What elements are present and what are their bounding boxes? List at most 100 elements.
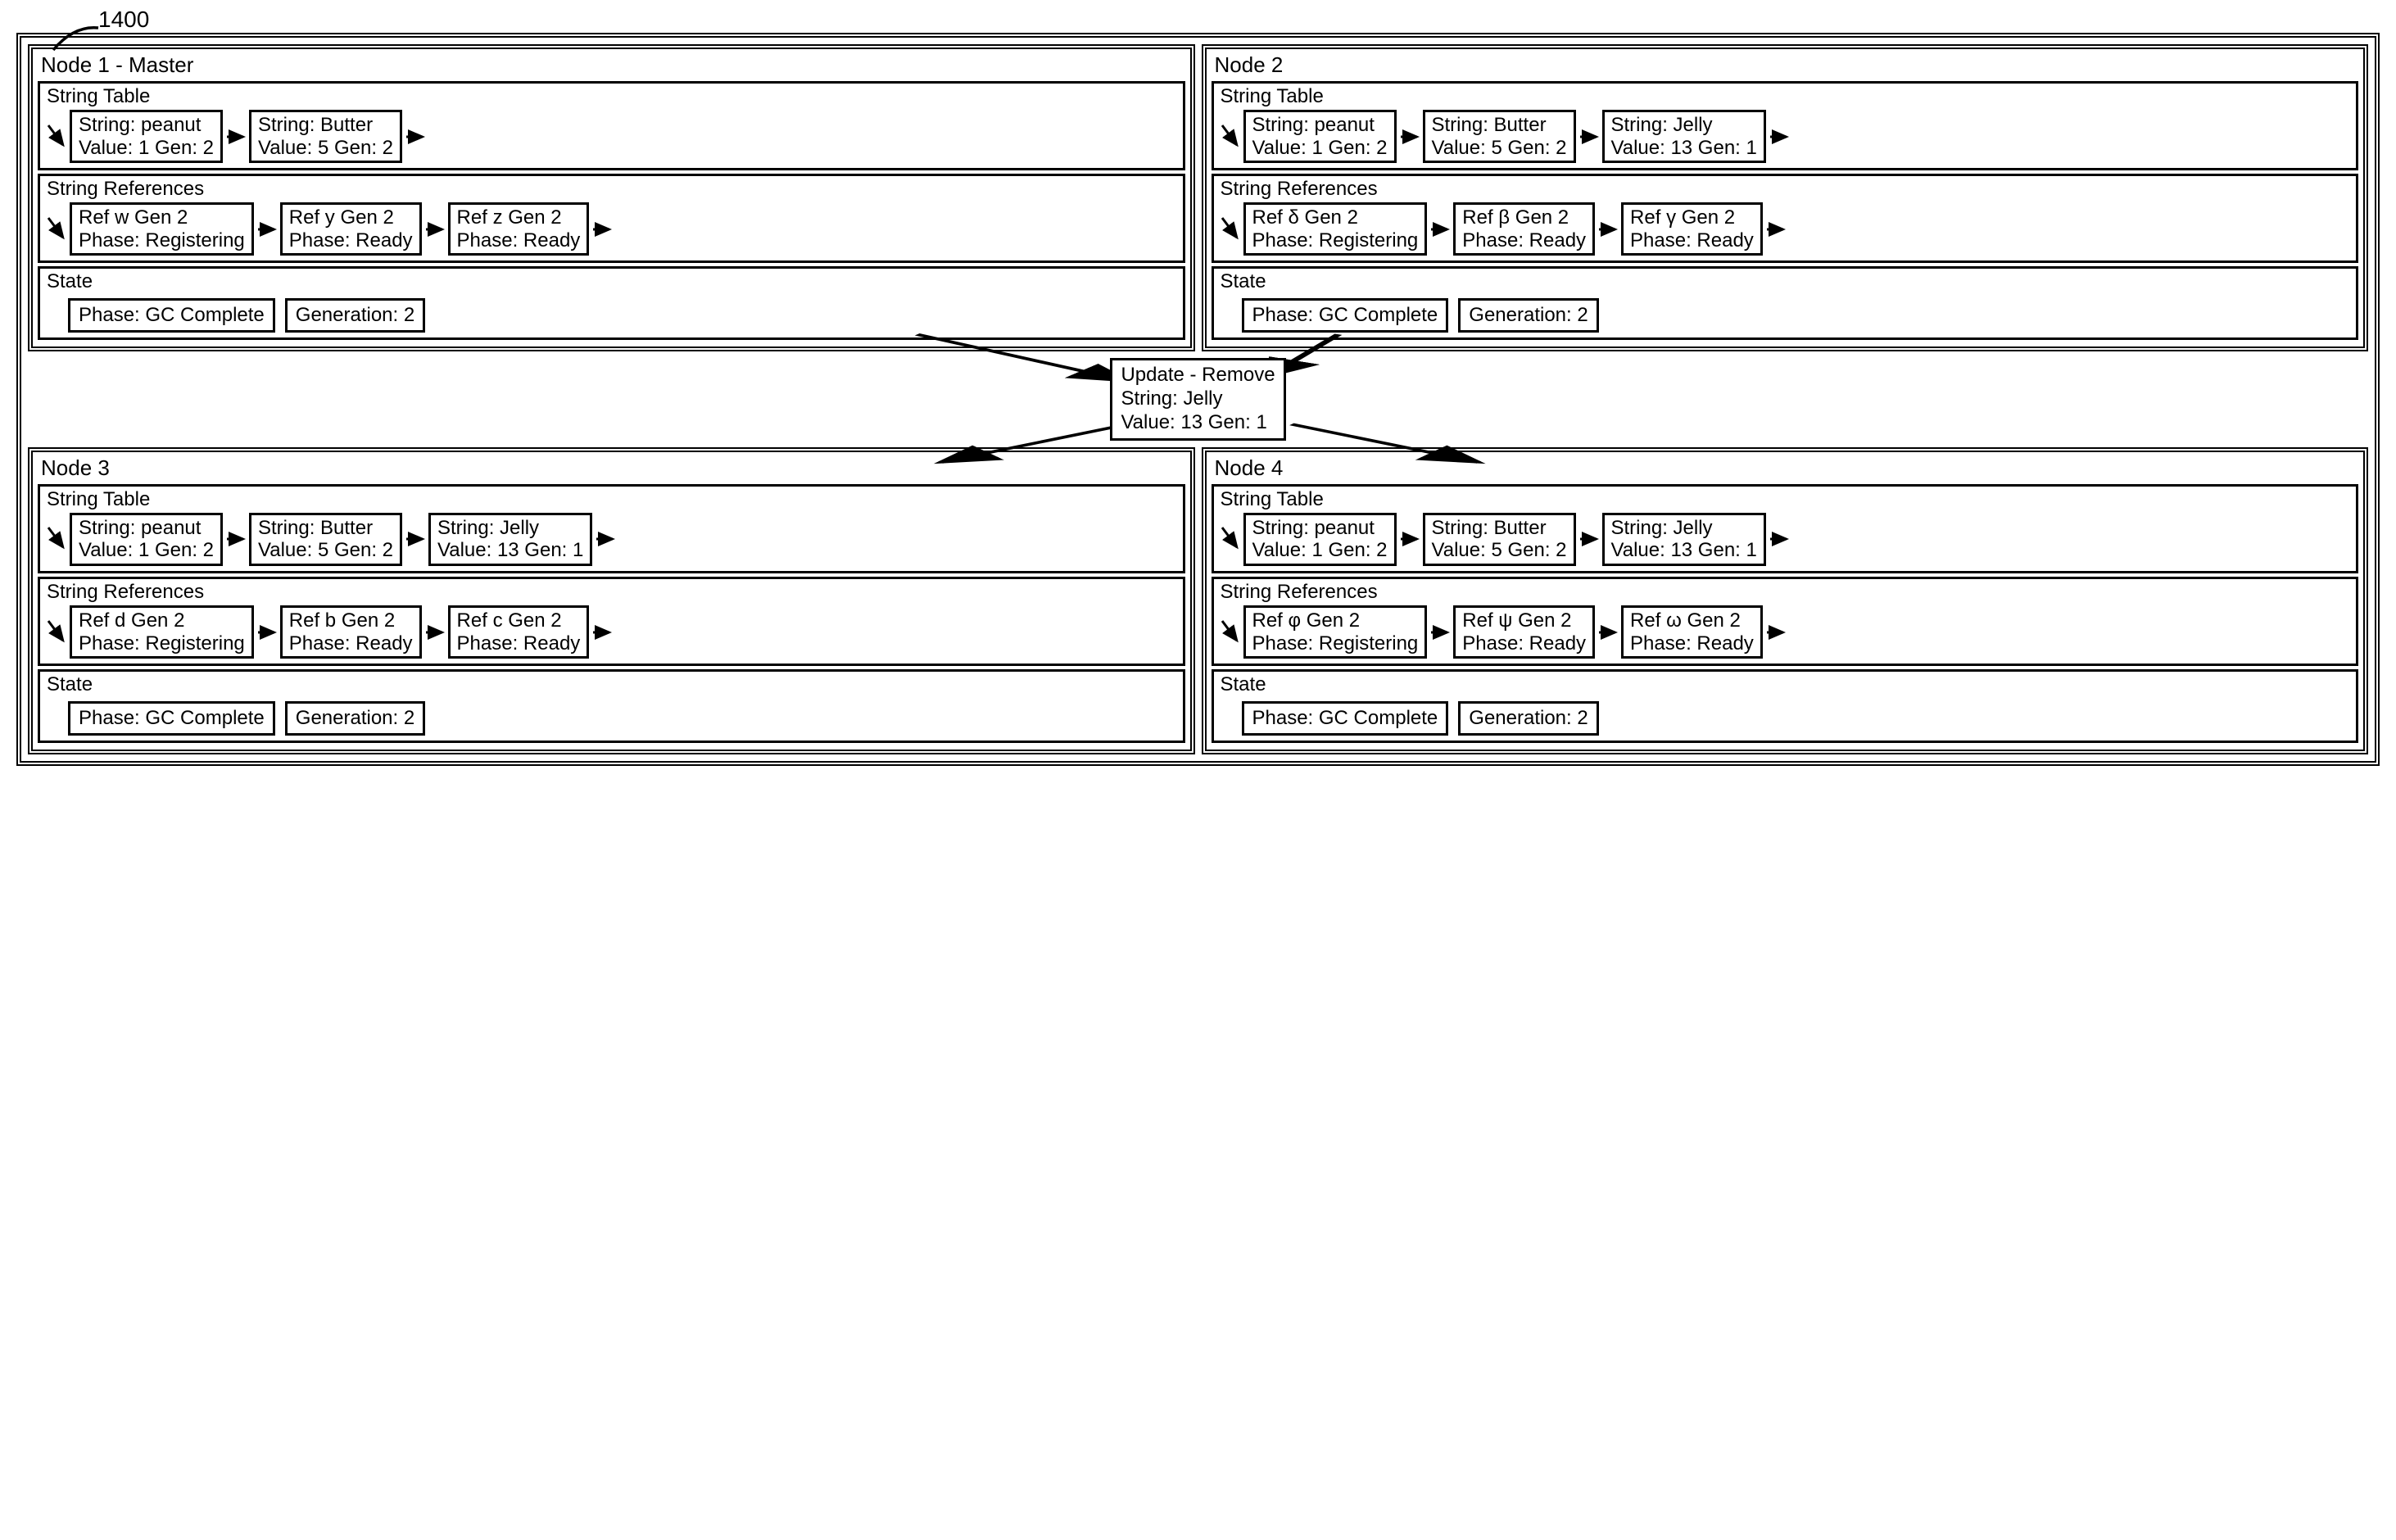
cell-line2: Value: 5 Gen: 2 (1432, 539, 1567, 562)
state-phase: Phase: GC Complete (68, 298, 275, 333)
cell-line2: Value: 1 Gen: 2 (1252, 137, 1388, 160)
ref-cell: Ref c Gen 2 Phase: Ready (448, 605, 590, 659)
cell-line1: String: Jelly (1611, 517, 1757, 540)
string-table-cell: String: Jelly Value: 13 Gen: 1 (1602, 110, 1766, 163)
cell-line1: Ref δ Gen 2 (1252, 206, 1419, 229)
state-generation: Generation: 2 (1458, 298, 1598, 333)
arrow-icon (1400, 125, 1420, 149)
cell-line1: String: Butter (1432, 114, 1567, 137)
cell-line1: String: peanut (79, 517, 214, 540)
section-label: String References (47, 178, 1178, 201)
section-label: State (47, 673, 1178, 696)
section-label: State (47, 270, 1178, 293)
cell-line1: Ref y Gen 2 (289, 206, 413, 229)
cell-line2: Phase: Registering (1252, 229, 1419, 252)
cell-line2: Phase: Ready (457, 632, 581, 655)
arrow-icon (405, 527, 425, 551)
node-panel: Node 2 String Table String: peanut Value… (1202, 44, 2369, 351)
arrow-icon (45, 524, 66, 554)
update-title: Update - Remove (1121, 364, 1275, 387)
arrow-icon (257, 620, 277, 645)
ref-cell: Ref ω Gen 2 Phase: Ready (1621, 605, 1763, 659)
section-label: String Table (1221, 85, 2352, 108)
cell-line2: Phase: Ready (289, 229, 413, 252)
string-table-cell: String: peanut Value: 1 Gen: 2 (70, 110, 223, 163)
string-table-cell: String: Jelly Value: 13 Gen: 1 (428, 513, 592, 566)
section-label: State (1221, 673, 2352, 696)
node-panel: Node 1 - Master String Table String: pea… (28, 44, 1195, 351)
arrow-icon (45, 618, 66, 647)
state-phase: Phase: GC Complete (1242, 701, 1449, 736)
cell-line1: String: Jelly (1611, 114, 1757, 137)
cell-line2: Value: 5 Gen: 2 (258, 539, 393, 562)
arrow-icon (1400, 527, 1420, 551)
node-title: Node 1 - Master (41, 52, 1185, 78)
arrow-icon (596, 527, 615, 551)
string-table-section: String Table String: peanut Value: 1 Gen… (38, 81, 1185, 170)
cell-line2: Value: 1 Gen: 2 (79, 539, 214, 562)
section-label: String References (1221, 581, 2352, 604)
ref-cell: Ref β Gen 2 Phase: Ready (1453, 202, 1595, 256)
arrow-icon (1579, 527, 1599, 551)
ref-cell: Ref δ Gen 2 Phase: Registering (1243, 202, 1428, 256)
arrow-icon (257, 217, 277, 242)
arrow-icon (1430, 620, 1450, 645)
ref-cell: Ref φ Gen 2 Phase: Registering (1243, 605, 1428, 659)
section-label: String Table (1221, 488, 2352, 511)
cell-line1: Ref ω Gen 2 (1630, 609, 1754, 632)
node-panel: Node 4 String Table String: peanut Value… (1202, 447, 2369, 754)
section-label: State (1221, 270, 2352, 293)
arrow-icon (1766, 620, 1786, 645)
cell-line2: Value: 1 Gen: 2 (79, 137, 214, 160)
ref-cell: Ref z Gen 2 Phase: Ready (448, 202, 590, 256)
string-table-cell: String: Butter Value: 5 Gen: 2 (249, 110, 402, 163)
ref-cell: Ref w Gen 2 Phase: Registering (70, 202, 254, 256)
cell-line2: Phase: Ready (289, 632, 413, 655)
arrow-icon (1598, 620, 1618, 645)
cell-line1: Ref φ Gen 2 (1252, 609, 1419, 632)
cell-line1: Ref z Gen 2 (457, 206, 581, 229)
arrow-icon (226, 527, 246, 551)
update-line2: String: Jelly (1121, 387, 1275, 411)
string-table-cell: String: Butter Value: 5 Gen: 2 (1423, 110, 1576, 163)
string-references-section: String References Ref δ Gen 2 Phase: Reg… (1212, 174, 2359, 263)
string-table-cell: String: Butter Value: 5 Gen: 2 (249, 513, 402, 566)
cell-line2: Value: 13 Gen: 1 (1611, 137, 1757, 160)
state-generation: Generation: 2 (285, 701, 425, 736)
string-table-cell: String: Butter Value: 5 Gen: 2 (1423, 513, 1576, 566)
arrow-icon (45, 215, 66, 244)
arrow-icon (1598, 217, 1618, 242)
state-generation: Generation: 2 (285, 298, 425, 333)
cell-line1: Ref w Gen 2 (79, 206, 245, 229)
cell-line1: Ref b Gen 2 (289, 609, 413, 632)
cell-line2: Phase: Ready (1462, 632, 1586, 655)
cell-line1: String: Jelly (437, 517, 583, 540)
arrow-icon (1769, 527, 1789, 551)
cell-line1: Ref β Gen 2 (1462, 206, 1586, 229)
cell-line2: Phase: Ready (1630, 632, 1754, 655)
state-phase: Phase: GC Complete (1242, 298, 1449, 333)
state-section: State Phase: GC Complete Generation: 2 (1212, 266, 2359, 340)
arrow-icon (226, 125, 246, 149)
arrow-icon (1219, 618, 1240, 647)
cell-line1: String: peanut (1252, 517, 1388, 540)
string-references-section: String References Ref φ Gen 2 Phase: Reg… (1212, 577, 2359, 666)
cell-line2: Phase: Registering (1252, 632, 1419, 655)
cell-line2: Value: 5 Gen: 2 (258, 137, 393, 160)
state-section: State Phase: GC Complete Generation: 2 (1212, 669, 2359, 743)
node-title: Node 3 (41, 455, 1185, 481)
cell-line1: String: Butter (258, 517, 393, 540)
arrow-icon (45, 122, 66, 152)
state-section: State Phase: GC Complete Generation: 2 (38, 266, 1185, 340)
string-references-section: String References Ref d Gen 2 Phase: Reg… (38, 577, 1185, 666)
cell-line2: Value: 13 Gen: 1 (437, 539, 583, 562)
cell-line2: Value: 1 Gen: 2 (1252, 539, 1388, 562)
cell-line1: String: peanut (79, 114, 214, 137)
section-label: String References (1221, 178, 2352, 201)
cell-line1: String: Butter (1432, 517, 1567, 540)
arrow-icon (1219, 122, 1240, 152)
state-generation: Generation: 2 (1458, 701, 1598, 736)
node-title: Node 4 (1215, 455, 2359, 481)
cell-line1: String: peanut (1252, 114, 1388, 137)
ref-cell: Ref γ Gen 2 Phase: Ready (1621, 202, 1763, 256)
